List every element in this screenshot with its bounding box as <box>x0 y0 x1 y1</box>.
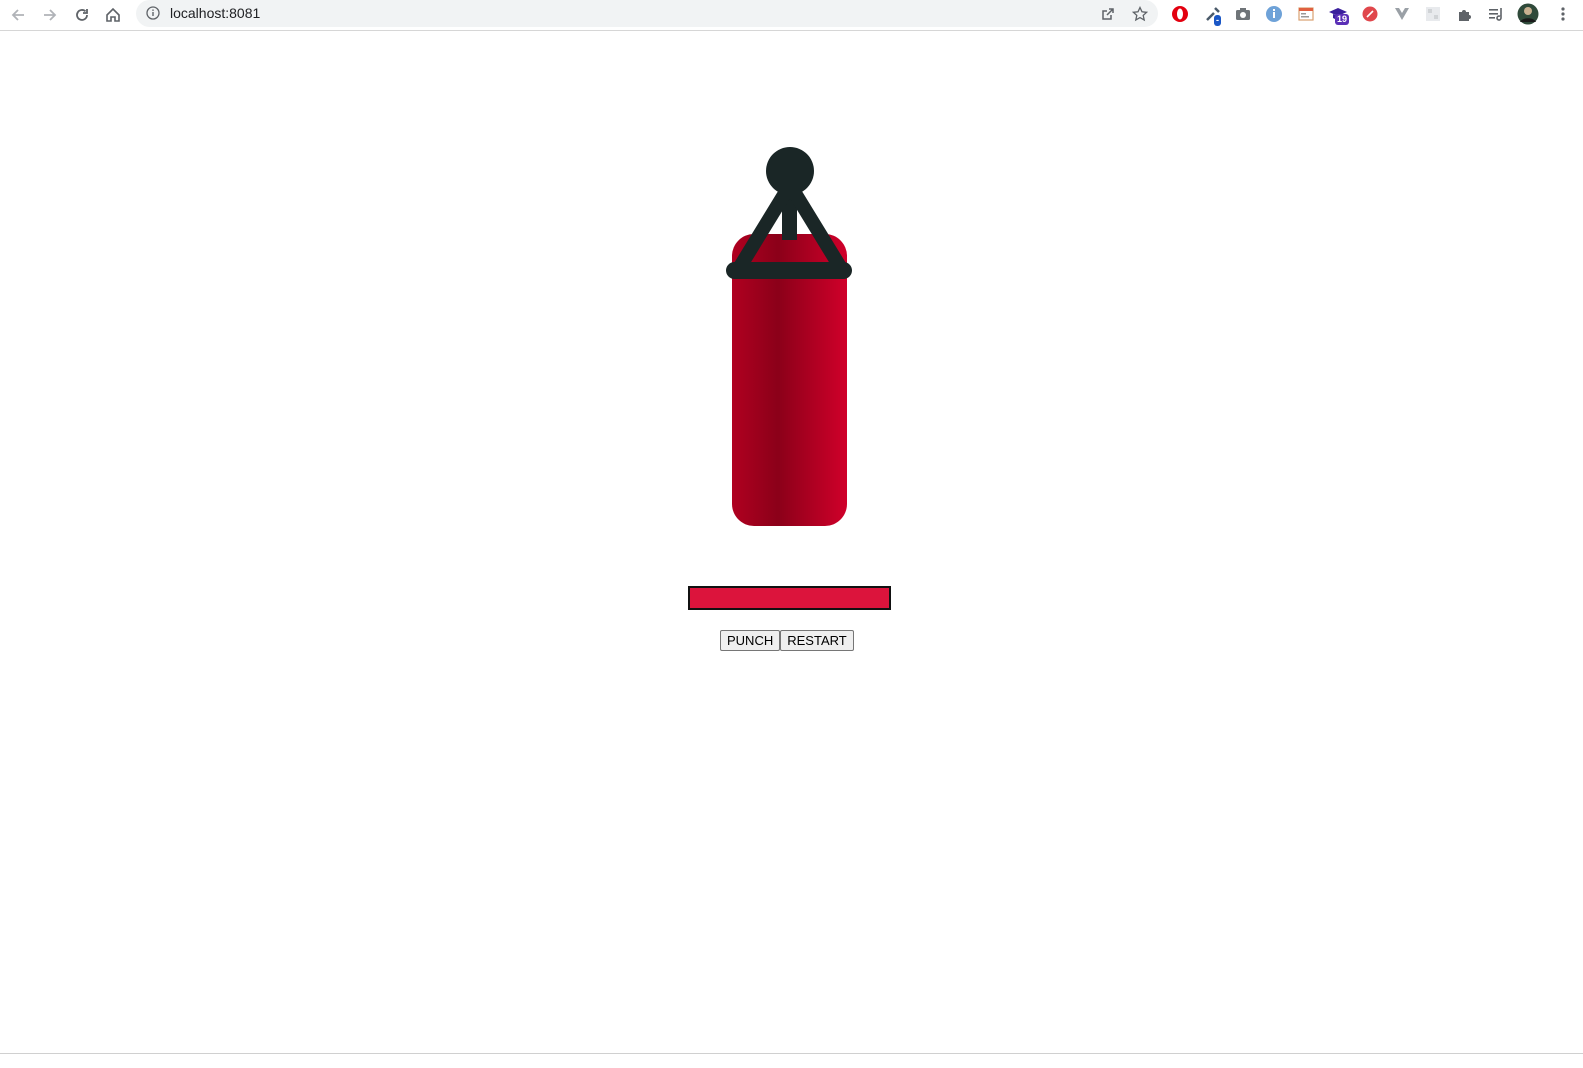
address-bar[interactable]: localhost:8081 <box>136 0 1158 27</box>
reading-list-icon[interactable] <box>1485 3 1507 25</box>
reload-icon <box>76 9 88 21</box>
window-extension-icon[interactable] <box>1295 3 1317 25</box>
browser-toolbar: localhost:8081 - 19 <box>0 0 1583 31</box>
punching-bag[interactable] <box>720 140 860 535</box>
arrow-left-icon <box>11 9 24 21</box>
profile-avatar[interactable] <box>1517 3 1539 25</box>
punch-button[interactable]: PUNCH <box>720 630 781 651</box>
controls: PUNCH RESTART <box>720 630 854 651</box>
graduation-cap-extension-icon[interactable]: 19 <box>1327 3 1350 25</box>
punching-bag-graphic <box>726 147 852 526</box>
home-button[interactable] <box>101 3 125 27</box>
reload-button[interactable] <box>70 3 94 27</box>
url-text: localhost:8081 <box>170 5 261 21</box>
share-icon[interactable] <box>1098 4 1118 24</box>
info-extension-icon[interactable] <box>1263 3 1285 25</box>
bag-hook <box>766 147 814 195</box>
vue-extension-icon[interactable] <box>1391 3 1413 25</box>
opera-extension-icon[interactable] <box>1169 3 1191 25</box>
camera-extension-icon[interactable] <box>1232 3 1254 25</box>
eyedropper-extension-icon[interactable]: - <box>1202 3 1224 26</box>
health-bar-fill <box>690 588 889 608</box>
red-circle-extension-icon[interactable] <box>1359 3 1381 25</box>
bookmark-star-icon[interactable] <box>1130 4 1150 24</box>
arrow-right-icon <box>44 9 57 21</box>
back-button[interactable] <box>6 3 30 27</box>
page-bottom-divider <box>0 1053 1583 1054</box>
grid-extension-icon[interactable] <box>1422 3 1444 25</box>
health-bar <box>688 586 891 610</box>
extension-badge: 19 <box>1335 14 1350 25</box>
bag-strap-band <box>726 262 852 279</box>
menu-kebab-icon[interactable] <box>1552 3 1574 25</box>
puzzle-extensions-icon[interactable] <box>1454 3 1476 25</box>
forward-button[interactable] <box>38 3 62 27</box>
restart-button[interactable]: RESTART <box>780 630 854 651</box>
info-icon[interactable] <box>146 6 160 25</box>
home-icon <box>106 7 120 22</box>
